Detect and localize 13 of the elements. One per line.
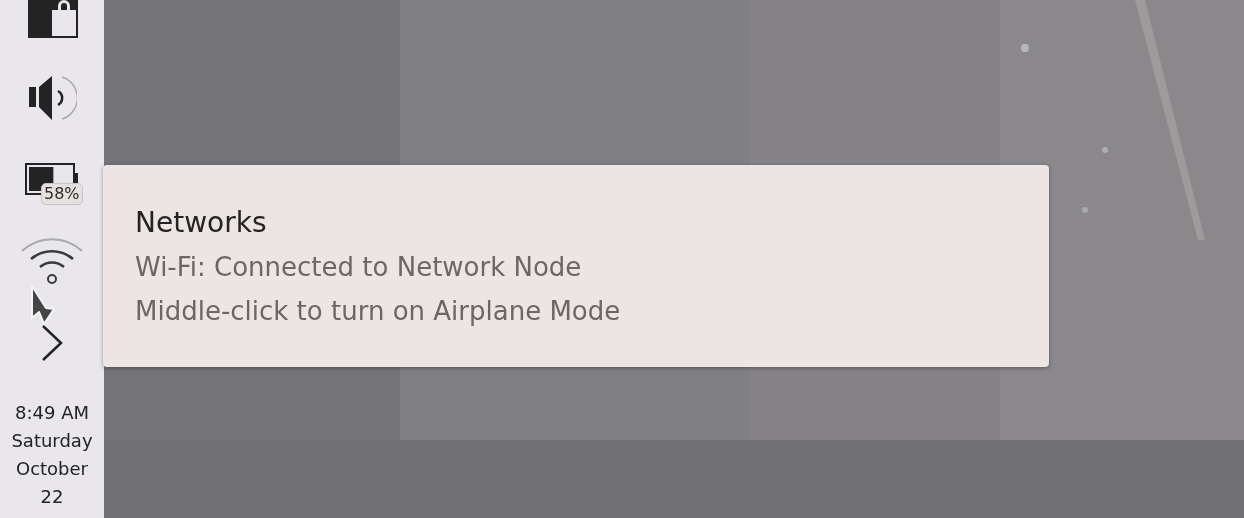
tooltip-line: Middle-click to turn on Airplane Mode — [135, 295, 622, 328]
battery-percent-badge: 58% — [41, 183, 83, 205]
tooltip-line: Wi-Fi: Connected to Network Node — [135, 251, 583, 284]
tooltip-title: Networks — [135, 205, 268, 241]
chevron-right-icon[interactable] — [41, 325, 63, 361]
clock-day[interactable]: Saturday — [11, 427, 93, 455]
clock-date[interactable]: 22 — [40, 483, 64, 511]
clock-time[interactable]: 8:49 AM — [15, 399, 89, 427]
speaker-icon[interactable] — [27, 73, 77, 123]
lock-icon[interactable] — [28, 0, 78, 38]
wifi-icon[interactable] — [20, 237, 84, 287]
clock-month[interactable]: October — [15, 455, 88, 483]
mouse-cursor-icon — [30, 284, 56, 326]
